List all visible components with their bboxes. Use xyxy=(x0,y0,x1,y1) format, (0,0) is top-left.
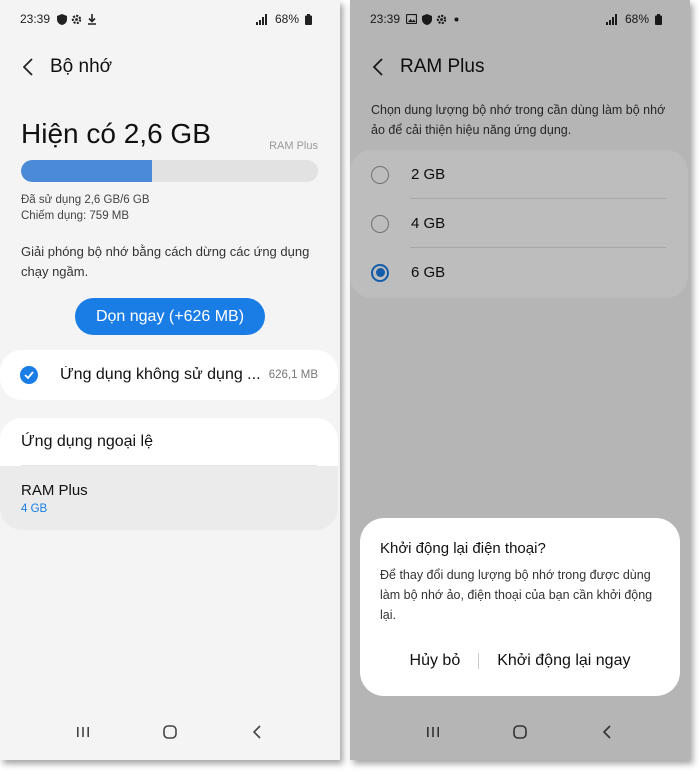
available-memory: Hiện có 2,6 GB xyxy=(21,118,211,149)
ram-plus-tag: RAM Plus xyxy=(269,140,318,152)
status-time: 23:39 xyxy=(20,12,51,26)
dialog-body: Để thay đổi dung lượng bộ nhớ trong được… xyxy=(380,568,653,622)
signal-icon xyxy=(255,13,267,25)
back-icon[interactable] xyxy=(370,57,386,77)
header: Bộ nhớ xyxy=(20,56,112,78)
option-label: 4 GB xyxy=(411,215,446,232)
dot-icon xyxy=(451,14,462,25)
recents-icon[interactable] xyxy=(71,720,95,744)
status-time: 23:39 xyxy=(370,12,401,26)
unused-apps-row[interactable]: Ứng dụng không sử dụng ... 626,1 MB xyxy=(0,350,338,400)
status-bar: 23:39 68% xyxy=(370,10,668,28)
usage-details: Đã sử dụng 2,6 GB/6 GB Chiếm dụng: 759 M… xyxy=(21,192,150,224)
navigation-bar xyxy=(350,720,690,744)
battery-percent: 68% xyxy=(274,12,299,26)
unused-apps-label: Ứng dụng không sử dụng ... xyxy=(60,366,261,383)
shield-icon xyxy=(421,13,432,25)
page-title: RAM Plus xyxy=(400,56,485,77)
check-icon[interactable] xyxy=(20,366,38,384)
gear-icon xyxy=(71,14,82,25)
dialog-separator xyxy=(478,653,480,669)
storage-screen: 23:39 68% Bộ nhớ Hiện có 2,6 GB RAM Plus xyxy=(0,0,340,760)
download-icon xyxy=(86,13,97,25)
signal-icon xyxy=(605,13,617,25)
option-4gb[interactable]: 4 GB xyxy=(350,199,688,248)
restart-dialog: Khởi động lại điện thoại? Để thay đổi du… xyxy=(360,518,680,696)
navigation-bar xyxy=(0,720,340,744)
option-label: 2 GB xyxy=(411,166,446,183)
clean-now-button[interactable]: Dọn ngay (+626 MB) xyxy=(75,298,265,335)
settings-card: Ứng dụng ngoại lệ RAM Plus 4 GB xyxy=(0,418,338,530)
ram-size-options: 2 GB 4 GB 6 GB xyxy=(350,150,688,298)
ram-plus-description: Chọn dung lượng bộ nhớ trong cần dùng là… xyxy=(371,103,666,137)
recents-icon[interactable] xyxy=(421,720,445,744)
used-memory: Đã sử dụng 2,6 GB/6 GB xyxy=(21,194,150,206)
ram-plus-title: RAM Plus xyxy=(21,482,88,499)
dialog-actions: Hủy bỏ Khởi động lại ngay xyxy=(360,648,680,674)
battery-icon xyxy=(303,13,314,25)
option-label: 6 GB xyxy=(411,264,446,281)
option-6gb[interactable]: 6 GB xyxy=(350,248,688,297)
option-2gb[interactable]: 2 GB xyxy=(350,150,688,199)
radio-selected-icon[interactable] xyxy=(371,263,389,282)
home-icon[interactable] xyxy=(508,720,532,744)
dialog-title: Khởi động lại điện thoại? xyxy=(380,540,546,557)
ram-plus-item[interactable]: RAM Plus 4 GB xyxy=(0,466,338,530)
home-icon[interactable] xyxy=(158,720,182,744)
back-nav-icon[interactable] xyxy=(245,720,269,744)
memory-usage-bar xyxy=(21,160,318,182)
gear-icon xyxy=(436,14,447,25)
radio-unselected-icon[interactable] xyxy=(371,214,389,233)
status-bar: 23:39 68% xyxy=(20,10,318,28)
battery-icon xyxy=(653,13,664,25)
occupied-memory: Chiếm dụng: 759 MB xyxy=(21,210,130,222)
back-nav-icon[interactable] xyxy=(595,720,619,744)
header: RAM Plus xyxy=(370,56,484,78)
image-icon xyxy=(406,14,418,25)
radio-unselected-icon[interactable] xyxy=(371,165,389,184)
restart-now-button[interactable]: Khởi động lại ngay xyxy=(487,648,640,674)
shield-icon xyxy=(56,13,67,25)
back-icon[interactable] xyxy=(20,57,36,77)
cancel-button[interactable]: Hủy bỏ xyxy=(400,648,471,674)
ram-plus-value: 4 GB xyxy=(21,503,48,515)
unused-apps-size: 626,1 MB xyxy=(268,369,318,381)
exception-apps-item[interactable]: Ứng dụng ngoại lệ xyxy=(0,418,338,466)
page-title: Bộ nhớ xyxy=(50,56,113,77)
ram-plus-screen: 23:39 68% RAM Plus Chọn dung lượng bộ nh… xyxy=(350,0,690,760)
battery-percent: 68% xyxy=(624,12,649,26)
memory-usage-fill xyxy=(21,160,152,182)
free-memory-description: Giải phóng bộ nhớ bằng cách dừng các ứng… xyxy=(21,244,310,279)
